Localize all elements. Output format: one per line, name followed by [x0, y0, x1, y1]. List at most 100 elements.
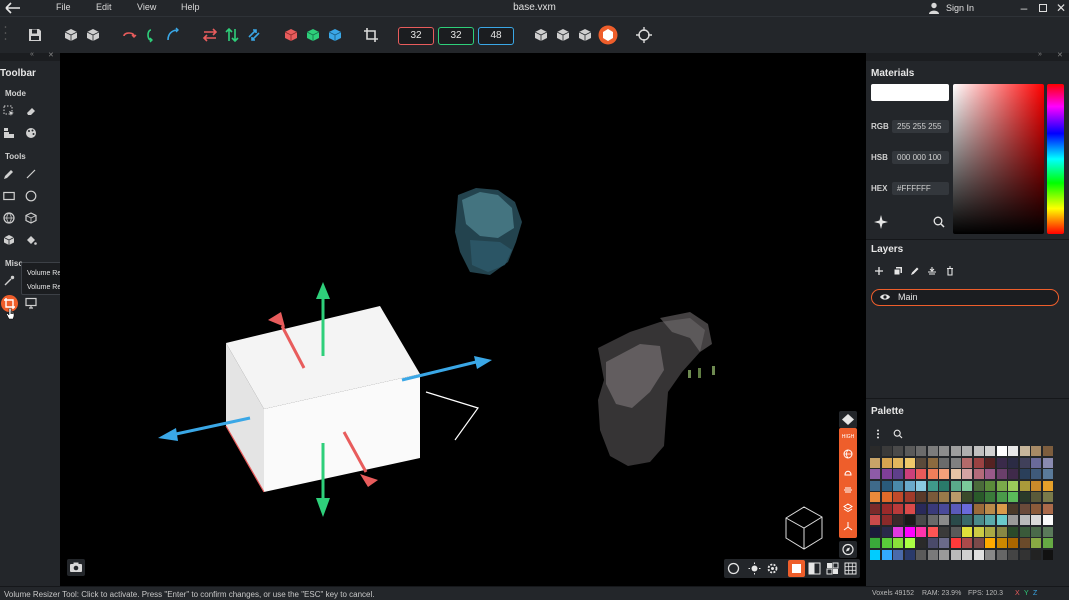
palette-swatch[interactable]: [996, 469, 1007, 479]
palette-swatch[interactable]: [1019, 549, 1030, 560]
extrude-icon[interactable]: [3, 234, 15, 246]
green-cube-icon[interactable]: [305, 27, 321, 43]
palette-swatch[interactable]: [1019, 515, 1030, 525]
cube-view-icon[interactable]: [533, 27, 549, 43]
palette-swatch[interactable]: [962, 538, 972, 548]
palette-swatch[interactable]: [893, 480, 903, 491]
palette-swatch[interactable]: [973, 492, 984, 502]
palette-swatch[interactable]: [985, 503, 995, 514]
palette-swatch[interactable]: [985, 526, 995, 537]
palette-swatch[interactable]: [1042, 457, 1053, 468]
palette-swatch[interactable]: [870, 492, 880, 502]
axis-icon[interactable]: [843, 521, 853, 531]
palette-swatch[interactable]: [927, 526, 938, 537]
blue-cube-icon[interactable]: [327, 27, 343, 43]
palette-swatch[interactable]: [881, 457, 892, 468]
palette-swatch[interactable]: [973, 515, 984, 525]
panel-close-icon[interactable]: ✕: [48, 51, 54, 59]
palette-swatch[interactable]: [881, 469, 892, 479]
palette-swatch[interactable]: [1008, 549, 1018, 560]
line-icon[interactable]: [25, 168, 37, 180]
palette-swatch[interactable]: [1042, 469, 1053, 479]
palette-swatch[interactable]: [1042, 480, 1053, 491]
dimension-x-input[interactable]: 32: [398, 27, 434, 45]
palette-swatch[interactable]: [939, 526, 949, 537]
panel-close-icon[interactable]: ✕: [1057, 51, 1063, 59]
duplicate-layer-icon[interactable]: [893, 266, 903, 276]
palette-swatch[interactable]: [996, 526, 1007, 537]
rectangle-icon[interactable]: [3, 190, 15, 202]
ellipse-icon[interactable]: [25, 190, 37, 202]
crosshair-icon[interactable]: [636, 27, 652, 43]
palette-swatch[interactable]: [962, 503, 972, 514]
dimension-z-input[interactable]: 48: [478, 27, 514, 45]
palette-swatch[interactable]: [881, 480, 892, 491]
palette-swatch[interactable]: [1008, 538, 1018, 548]
circle-mode-icon[interactable]: [727, 562, 740, 575]
palette-swatch[interactable]: [904, 469, 915, 479]
merge-layer-icon[interactable]: [927, 266, 937, 276]
palette-swatch[interactable]: [881, 503, 892, 514]
3d-viewport[interactable]: HIGH: [60, 53, 866, 586]
palette-swatch[interactable]: [973, 446, 984, 456]
orientation-cube[interactable]: [785, 506, 823, 550]
flip-x-icon[interactable]: [202, 27, 218, 43]
palette-swatch[interactable]: [950, 526, 961, 537]
palette-swatch[interactable]: [939, 469, 949, 479]
palette-swatch[interactable]: [985, 457, 995, 468]
fill-bucket-icon[interactable]: [25, 234, 37, 246]
palette-zoom-icon[interactable]: [893, 429, 903, 439]
palette-swatch[interactable]: [904, 446, 915, 456]
add-layer-icon[interactable]: [874, 266, 884, 276]
palette-swatch[interactable]: [973, 538, 984, 548]
palette-swatch[interactable]: [893, 469, 903, 479]
palette-swatch[interactable]: [1042, 538, 1053, 548]
palette-swatch[interactable]: [1031, 457, 1041, 468]
palette-swatch[interactable]: [996, 549, 1007, 560]
palette-swatch[interactable]: [904, 457, 915, 468]
picker-icon[interactable]: [3, 275, 15, 287]
palette-swatch[interactable]: [1031, 538, 1041, 548]
globe-icon[interactable]: [843, 449, 853, 459]
dimension-y-input[interactable]: 32: [438, 27, 474, 45]
palette-swatch[interactable]: [962, 457, 972, 468]
monitor-icon[interactable]: [25, 297, 37, 309]
palette-swatch[interactable]: [1019, 446, 1030, 456]
palette-swatch[interactable]: [904, 526, 915, 537]
palette-swatch[interactable]: [1042, 526, 1053, 537]
palette-swatch[interactable]: [973, 549, 984, 560]
palette-swatch[interactable]: [893, 492, 903, 502]
more-options-icon[interactable]: [876, 429, 880, 439]
scene-canvas[interactable]: [60, 53, 866, 586]
palette-swatch[interactable]: [916, 446, 926, 456]
palette-swatch[interactable]: [950, 446, 961, 456]
palette-swatch[interactable]: [1019, 526, 1030, 537]
palette-swatch[interactable]: [1008, 480, 1018, 491]
select-icon[interactable]: [3, 105, 15, 117]
settings-gear-icon[interactable]: [766, 562, 779, 575]
palette-swatch[interactable]: [1031, 480, 1041, 491]
palette-swatch[interactable]: [985, 492, 995, 502]
palette-swatch[interactable]: [1019, 538, 1030, 548]
palette-swatch[interactable]: [962, 515, 972, 525]
palette-swatch[interactable]: [893, 526, 903, 537]
palette-swatch[interactable]: [904, 503, 915, 514]
quad-view-icon[interactable]: [826, 562, 839, 575]
light-icon[interactable]: [748, 562, 761, 575]
palette-swatch[interactable]: [881, 492, 892, 502]
palette-swatch[interactable]: [985, 469, 995, 479]
palette-swatch[interactable]: [927, 457, 938, 468]
palette-swatch[interactable]: [962, 480, 972, 491]
add-cube-icon[interactable]: [63, 27, 79, 43]
palette-swatch[interactable]: [939, 492, 949, 502]
palette-swatch[interactable]: [893, 446, 903, 456]
render-toggle-button[interactable]: [839, 411, 857, 428]
sphere-icon[interactable]: [3, 212, 15, 224]
delete-layer-icon[interactable]: [945, 266, 955, 276]
palette-swatch[interactable]: [996, 480, 1007, 491]
palette-swatch[interactable]: [916, 503, 926, 514]
palette-swatch[interactable]: [950, 515, 961, 525]
rotate-y-icon[interactable]: [143, 27, 159, 43]
palette-swatch[interactable]: [870, 526, 880, 537]
grid-view-icon[interactable]: [844, 562, 857, 575]
